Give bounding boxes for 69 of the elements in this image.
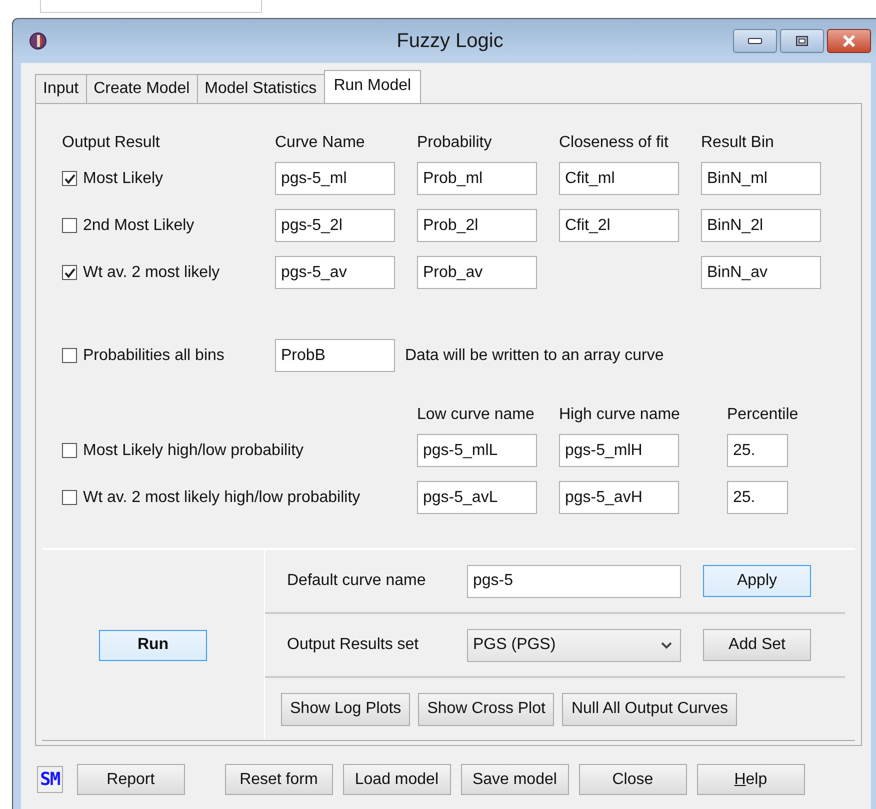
footer-button[interactable]: Help (696, 764, 805, 795)
checkbox[interactable] (62, 218, 77, 233)
column-header: Low curve name (417, 406, 536, 424)
column-header: Curve Name (275, 134, 366, 152)
input-field[interactable]: ProbB (275, 339, 395, 372)
footer-button[interactable]: Load model (342, 764, 451, 795)
column-header: Probability (417, 134, 493, 152)
footer-button[interactable]: Close (578, 764, 687, 795)
run-button[interactable]: Run (99, 630, 207, 660)
add-set-button[interactable]: Add Set (703, 629, 811, 661)
dropdown[interactable]: PGS (PGS) (467, 628, 681, 662)
action-button[interactable]: Show Cross Plot (418, 692, 554, 726)
column-header: Closeness of fit (559, 134, 670, 152)
input-field[interactable]: pgs-5_avH (559, 481, 679, 514)
close-icon (842, 35, 856, 47)
input-field[interactable]: pgs-5_2l (275, 209, 395, 242)
app-icon (29, 32, 47, 50)
input-field[interactable]: pgs-5_av (275, 256, 395, 289)
checkbox[interactable] (62, 171, 77, 186)
minimize-button[interactable] (733, 29, 777, 53)
footer-button[interactable]: Report (76, 764, 185, 795)
info-text: Data will be written to an array curve (405, 346, 665, 364)
column-header: High curve name (559, 406, 681, 424)
footer-button[interactable]: Save model (460, 764, 569, 795)
tab[interactable]: Model Statistics (196, 74, 325, 103)
maximize-icon (796, 36, 808, 46)
maximize-button[interactable] (780, 29, 824, 53)
window-title: Fuzzy Logic (396, 30, 504, 52)
input-field[interactable]: BinN_av (701, 256, 821, 289)
checkbox[interactable] (62, 348, 77, 363)
checkbox[interactable] (62, 443, 77, 458)
input-field[interactable]: Prob_ml (417, 162, 537, 195)
tab[interactable]: Run Model (324, 70, 422, 104)
checkbox-label: Most Likely (83, 170, 164, 188)
input-field[interactable]: pgs-5_avL (417, 481, 537, 514)
input-field[interactable]: pgs-5 (467, 564, 681, 598)
column-header: Percentile (727, 406, 800, 424)
apply-button[interactable]: Apply (703, 565, 811, 597)
input-field[interactable]: Cfit_ml (559, 162, 679, 195)
minimize-icon (748, 38, 762, 44)
action-button[interactable]: Null All Output Curves (562, 692, 737, 726)
action-button[interactable]: Show Log Plots (281, 692, 410, 726)
tab[interactable]: Create Model (86, 74, 198, 103)
input-field[interactable]: 25. (727, 434, 788, 467)
checkbox-label: Probabilities all bins (83, 346, 224, 364)
input-field[interactable]: BinN_ml (701, 162, 821, 195)
checkbox-label: Wt av. 2 most likely high/low probability (83, 488, 360, 506)
footer-button[interactable]: Reset form (224, 764, 333, 795)
tab[interactable]: Input (35, 74, 87, 103)
checkbox-label: Most Likely high/low probability (83, 442, 304, 460)
input-field[interactable]: Cfit_2l (559, 209, 679, 242)
field-label: Default curve name (287, 572, 427, 590)
close-button[interactable] (827, 29, 871, 53)
input-field[interactable]: Prob_av (417, 256, 537, 289)
column-header: Output Result (62, 134, 161, 152)
column-header: Result Bin (701, 134, 775, 152)
input-field[interactable]: pgs-5_mlL (417, 434, 537, 467)
chevron-down-icon (661, 642, 672, 648)
field-label: Output Results set (287, 636, 420, 654)
checkbox-label: Wt av. 2 most likely (83, 264, 220, 282)
app-logo: SM (37, 766, 63, 793)
input-field[interactable]: Prob_2l (417, 209, 537, 242)
input-field[interactable]: pgs-5_ml (275, 162, 395, 195)
checkbox[interactable] (62, 265, 77, 280)
input-field[interactable]: pgs-5_mlH (559, 434, 679, 467)
checkbox-label: 2nd Most Likely (83, 216, 194, 234)
input-field[interactable]: BinN_2l (701, 209, 821, 242)
input-field[interactable]: 25. (727, 481, 788, 514)
checkbox[interactable] (62, 490, 77, 505)
